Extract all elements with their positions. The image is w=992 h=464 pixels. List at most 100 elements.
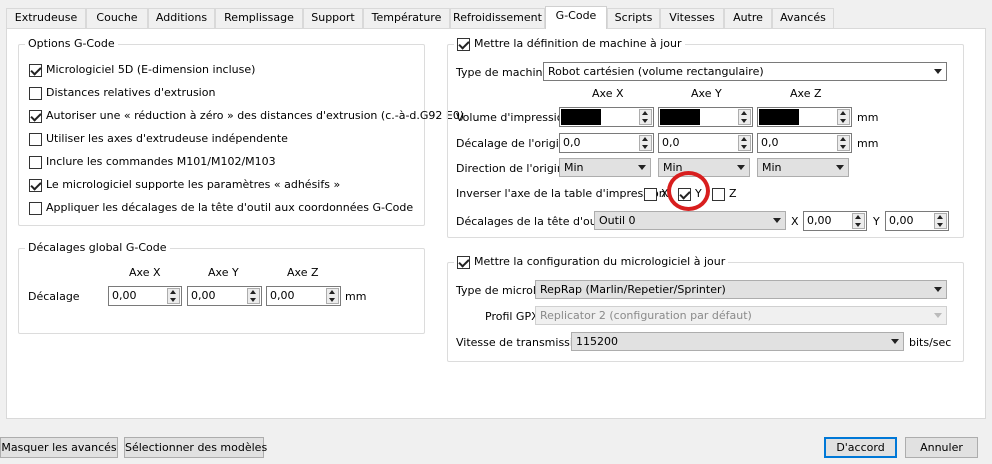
machine-definition-group: Mettre la définition de machine à jour T…: [447, 37, 964, 238]
direction-x-select[interactable]: Min: [559, 158, 651, 177]
tool-select[interactable]: Outil 0: [594, 211, 786, 230]
checkbox[interactable]: [29, 201, 42, 215]
spin-buttons[interactable]: [639, 109, 652, 125]
option-label: Utiliser les axes d'extrudeuse indépende…: [46, 132, 288, 145]
global-offsets-title: Décalages global G-Code: [25, 241, 170, 255]
toolhead-offsets-label: Décalages de la tête d'outil: [456, 215, 608, 228]
highlight-circle: [667, 171, 710, 211]
spin-buttons[interactable]: [639, 135, 652, 151]
origin-z-input[interactable]: 0,0: [757, 133, 852, 153]
volume-y-input[interactable]: [658, 107, 753, 127]
select-models-button[interactable]: Sélectionner des modèles: [124, 437, 267, 458]
checkbox[interactable]: [29, 86, 42, 100]
machine-definition-title[interactable]: Mettre la définition de machine à jour: [454, 37, 685, 51]
tab-extrudeuse[interactable]: Extrudeuse: [6, 8, 86, 28]
offset-x-input[interactable]: 0,00: [108, 286, 182, 306]
checkbox[interactable]: [644, 187, 657, 201]
offset-y-input[interactable]: 0,00: [187, 286, 262, 306]
spin-buttons[interactable]: [934, 213, 947, 229]
machine-type-select[interactable]: Robot cartésien (volume rectangulaire): [543, 62, 947, 81]
toolhead-offsets-option[interactable]: Appliquer les décalages de la tête d'out…: [29, 201, 413, 215]
firmware-title[interactable]: Mettre la configuration du micrologiciel…: [454, 255, 729, 269]
gcode-options-title: Options G-Code: [25, 37, 118, 51]
invert-x-option[interactable]: X: [644, 187, 669, 201]
tab-avances[interactable]: Avancés: [772, 8, 834, 28]
firmware-type-select[interactable]: RepRap (Marlin/Repetier/Sprinter): [535, 280, 947, 299]
direction-y-select[interactable]: Min: [658, 158, 750, 177]
volume-x-input[interactable]: [559, 107, 654, 127]
offset-z-input[interactable]: 0,00: [266, 286, 341, 306]
axis-z-label: Axe Z: [790, 87, 822, 100]
tab-autre[interactable]: Autre: [724, 8, 772, 28]
gpx-profile-select: Replicator 2 (configuration par défaut): [535, 306, 947, 325]
tab-scripts[interactable]: Scripts: [607, 8, 660, 28]
direction-z-select[interactable]: Min: [757, 158, 849, 177]
redacted-value: [660, 109, 700, 125]
spin-buttons[interactable]: [247, 288, 260, 304]
cancel-button[interactable]: Annuler: [905, 437, 978, 458]
option-label: Z: [729, 187, 737, 200]
gcode-panel: Options G-Code Micrologiciel 5D (E-dimen…: [6, 28, 986, 419]
tab-temperature[interactable]: Température: [363, 8, 450, 28]
origin-x-input[interactable]: 0,0: [559, 133, 654, 153]
firmware-group: Mettre la configuration du micrologiciel…: [447, 255, 964, 362]
hide-advanced-button[interactable]: Masquer les avancés: [0, 437, 118, 458]
ok-button[interactable]: D'accord: [824, 437, 897, 458]
baud-rate-unit: bits/sec: [909, 336, 952, 349]
tool-y-label: Y: [873, 215, 880, 228]
global-offsets-group: Décalages global G-Code Axe X Axe Y Axe …: [18, 241, 425, 334]
baud-rate-select[interactable]: 115200: [571, 332, 904, 351]
relative-extrusion-option[interactable]: Distances relatives d'extrusion: [29, 86, 215, 100]
tab-refroidissement[interactable]: Refroidissement: [450, 8, 545, 28]
redacted-value: [561, 109, 601, 125]
independent-extruder-option[interactable]: Utiliser les axes d'extrudeuse indépende…: [29, 132, 288, 146]
checkbox[interactable]: [29, 109, 42, 123]
tool-x-input[interactable]: 0,00: [803, 211, 867, 231]
chevron-down-icon: [737, 165, 745, 170]
zero-extrusion-option[interactable]: Autoriser une « réduction à zéro » des d…: [29, 109, 464, 123]
spin-buttons[interactable]: [738, 135, 751, 151]
print-volume-label: Volume d'impression: [456, 111, 571, 124]
spin-buttons[interactable]: [167, 288, 180, 304]
chevron-down-icon: [773, 218, 781, 223]
tab-additions[interactable]: Additions: [148, 8, 215, 28]
checkbox[interactable]: [29, 155, 42, 169]
checkbox[interactable]: [29, 63, 42, 77]
origin-unit: mm: [857, 137, 879, 150]
m101-commands-option[interactable]: Inclure les commandes M101/M102/M103: [29, 155, 276, 169]
volume-z-input[interactable]: [757, 107, 852, 127]
firmware-5d-option[interactable]: Micrologiciel 5D (E-dimension incluse): [29, 63, 255, 77]
machine-definition-checkbox[interactable]: [457, 37, 470, 51]
spin-buttons[interactable]: [837, 109, 850, 125]
invert-bed-axis-label: Inverser l'axe de la table d'impression: [456, 187, 666, 200]
origin-y-input[interactable]: 0,0: [658, 133, 753, 153]
tab-vitesses[interactable]: Vitesses: [660, 8, 724, 28]
chevron-down-icon: [934, 287, 942, 292]
chevron-down-icon: [638, 165, 646, 170]
tab-couche[interactable]: Couche: [86, 8, 148, 28]
option-label: Le micrologiciel supporte les paramètres…: [46, 178, 341, 191]
axis-x-label: Axe X: [592, 87, 624, 100]
axis-y-label: Axe Y: [208, 266, 239, 279]
baud-rate-label: Vitesse de transmission: [456, 336, 587, 349]
checkbox[interactable]: [29, 178, 42, 192]
tool-y-input[interactable]: 0,00: [885, 211, 949, 231]
checkbox[interactable]: [712, 187, 725, 201]
tab-gcode[interactable]: G-Code: [545, 6, 607, 29]
chevron-down-icon: [934, 313, 942, 318]
tab-support[interactable]: Support: [303, 8, 363, 28]
spin-buttons[interactable]: [326, 288, 339, 304]
option-label: Distances relatives d'extrusion: [46, 86, 216, 99]
origin-offset-label: Décalage de l'origine: [456, 137, 573, 150]
spin-buttons[interactable]: [738, 109, 751, 125]
firmware-checkbox[interactable]: [457, 255, 470, 269]
checkbox[interactable]: [29, 132, 42, 146]
spin-buttons[interactable]: [837, 135, 850, 151]
sticky-params-option[interactable]: Le micrologiciel supporte les paramètres…: [29, 178, 340, 192]
invert-z-option[interactable]: Z: [712, 187, 737, 201]
option-label: Appliquer les décalages de la tête d'out…: [46, 201, 414, 214]
spin-buttons[interactable]: [852, 213, 865, 229]
tab-remplissage[interactable]: Remplissage: [215, 8, 303, 28]
machine-type-label: Type de machine: [456, 66, 550, 79]
chevron-down-icon: [934, 69, 942, 74]
